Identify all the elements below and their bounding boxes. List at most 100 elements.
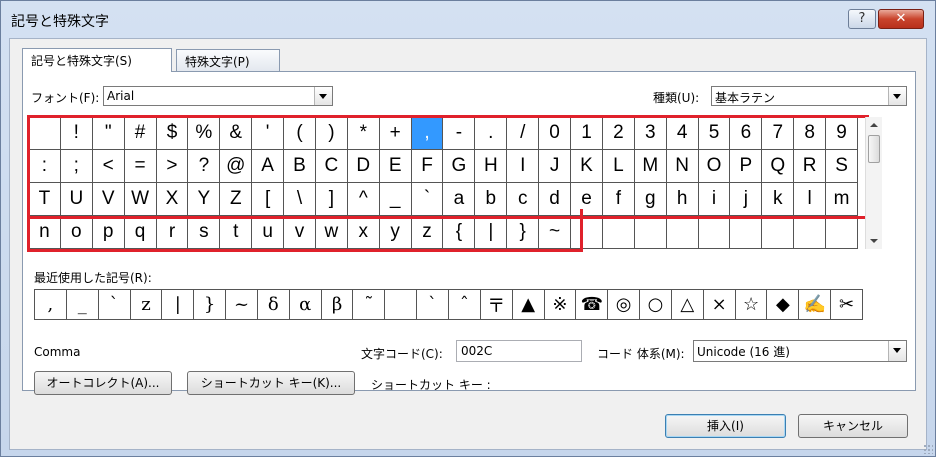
symbol-cell[interactable]: { (443, 216, 476, 249)
symbol-grid[interactable]: ! " # $% & '() * +, -./0 1 2 3 4 5 6 7 8 9:; < = >? @ A B C D E F G H… (29, 117, 858, 249)
symbol-cell[interactable]: ! (60, 117, 93, 150)
symbol-cell[interactable]: 8 (794, 117, 827, 150)
recent-symbol-cell[interactable]: α (289, 290, 322, 320)
symbol-cell[interactable]: " (92, 117, 125, 150)
symbol-cell[interactable] (730, 216, 763, 249)
symbol-cell[interactable]: 2 (602, 117, 635, 150)
scroll-up-icon[interactable] (870, 123, 878, 127)
symbol-cell[interactable]: ~ (539, 216, 572, 249)
recent-symbol-cell[interactable]: ☆ (735, 290, 768, 320)
recent-symbol-cell[interactable]: , (35, 290, 67, 320)
recent-symbol-cell[interactable]: ✂ (831, 290, 863, 320)
symbol-cell[interactable]: t (220, 216, 253, 249)
symbol-cell[interactable]: I (507, 150, 540, 183)
symbol-cell[interactable]: v (284, 216, 316, 249)
recent-symbol-cell[interactable]: ✍ (799, 290, 832, 320)
symbol-cell[interactable]: u (252, 216, 285, 249)
title-bar[interactable]: 記号と特殊文字 ? ✕ (1, 1, 935, 37)
symbol-cell[interactable]: 0 (539, 117, 572, 150)
symbol-cell[interactable]: l (794, 183, 827, 216)
symbol-cell[interactable]: $ (156, 117, 189, 150)
recent-symbol-cell[interactable]: ~ (226, 290, 258, 320)
symbol-cell[interactable]: Q (762, 150, 795, 183)
recent-symbol-cell[interactable]: ◎ (608, 290, 641, 320)
symbol-cell[interactable]: 1 (571, 117, 603, 150)
symbol-cell[interactable] (29, 117, 61, 150)
symbol-cell[interactable]: M (634, 150, 667, 183)
symbol-cell[interactable]: n (29, 216, 61, 249)
symbol-cell[interactable]: J (539, 150, 572, 183)
symbol-cell[interactable] (826, 216, 858, 249)
recent-symbol-cell[interactable]: } (194, 290, 227, 320)
symbol-cell[interactable]: O (698, 150, 731, 183)
symbol-cell[interactable]: 9 (826, 117, 858, 150)
symbol-cell[interactable]: N (666, 150, 699, 183)
symbol-cell[interactable] (698, 216, 731, 249)
tab-special-characters[interactable]: 特殊文字(P) (176, 49, 280, 71)
symbol-cell[interactable]: 4 (666, 117, 699, 150)
symbol-cell[interactable]: 6 (730, 117, 763, 150)
symbol-cell[interactable]: } (507, 216, 540, 249)
recent-symbol-cell[interactable]: | (162, 290, 195, 320)
symbol-cell[interactable] (571, 216, 603, 249)
recent-symbol-cell[interactable]: △ (671, 290, 704, 320)
char-code-input[interactable]: 002C (456, 340, 582, 362)
recent-symbol-cell[interactable]: ▲ (512, 290, 545, 320)
symbol-cell[interactable]: - (443, 117, 476, 150)
symbol-cell[interactable]: G (443, 150, 476, 183)
symbol-cell[interactable]: w (315, 216, 348, 249)
recent-symbol-cell[interactable]: ˋ (417, 290, 449, 320)
shortcut-key-button[interactable]: ショートカット キー(K)... (187, 371, 355, 395)
close-button[interactable]: ✕ (878, 9, 924, 29)
symbol-cell[interactable]: k (762, 183, 795, 216)
symbol-cell[interactable]: z (411, 216, 444, 249)
recent-symbol-cell[interactable]: ☎ (576, 290, 609, 320)
recent-symbol-cell[interactable]: × (703, 290, 736, 320)
symbol-cell[interactable]: * (347, 117, 380, 150)
symbol-cell[interactable] (666, 216, 699, 249)
code-system-select[interactable]: Unicode (16 進) (693, 340, 907, 362)
recent-symbol-cell[interactable]: ˆ (448, 290, 481, 320)
symbol-cell[interactable]: E (379, 150, 412, 183)
symbol-grid-scrollbar[interactable] (865, 117, 882, 249)
symbol-cell[interactable]: , (411, 117, 444, 150)
symbol-cell[interactable]: 5 (698, 117, 731, 150)
symbol-cell[interactable] (794, 216, 827, 249)
symbol-cell[interactable]: j (730, 183, 763, 216)
cancel-button[interactable]: キャンセル (798, 414, 908, 438)
symbol-cell[interactable]: C (315, 150, 348, 183)
recent-symbol-cell[interactable]: β (321, 290, 354, 320)
symbol-cell[interactable]: K (571, 150, 603, 183)
symbol-cell[interactable]: r (156, 216, 189, 249)
symbol-cell[interactable]: ) (315, 117, 348, 150)
symbol-cell[interactable]: y (379, 216, 412, 249)
recent-symbol-cell[interactable]: ○ (640, 290, 672, 320)
symbol-cell[interactable] (762, 216, 795, 249)
symbol-cell[interactable]: D (347, 150, 380, 183)
recent-symbol-cell[interactable]: z (130, 290, 163, 320)
chevron-down-icon[interactable] (314, 87, 332, 105)
symbol-cell[interactable]: + (379, 117, 412, 150)
scroll-down-icon[interactable] (870, 239, 878, 243)
symbol-cell[interactable]: F (411, 150, 444, 183)
symbol-cell[interactable]: A (252, 150, 285, 183)
autocorrect-button[interactable]: オートコレクト(A)... (34, 371, 172, 395)
insert-button[interactable]: 挿入(I) (665, 414, 786, 438)
recent-symbols-grid[interactable]: , _ ` z |} ~ δ α β ˜ ˋ ˆ 〒 ▲ ※ ☎ ◎ ○ △ × ☆ ◆ ✍ ✂ (34, 289, 863, 320)
symbol-cell[interactable]: # (124, 117, 157, 150)
font-select[interactable]: Arial (103, 86, 333, 106)
symbol-cell[interactable]: & (220, 117, 253, 150)
symbol-cell[interactable]: L (602, 150, 635, 183)
symbol-cell[interactable]: i (698, 183, 731, 216)
recent-symbol-cell[interactable]: ` (98, 290, 131, 320)
recent-symbol-cell[interactable] (385, 290, 418, 320)
symbol-cell[interactable]: < (92, 150, 125, 183)
symbol-cell[interactable]: g (634, 183, 667, 216)
symbol-cell[interactable]: h (666, 183, 699, 216)
symbol-cell[interactable]: @ (220, 150, 253, 183)
symbol-cell[interactable]: 3 (634, 117, 667, 150)
symbol-cell[interactable]: % (188, 117, 221, 150)
recent-symbol-cell[interactable]: ˜ (353, 290, 386, 320)
symbol-cell[interactable]: ( (284, 117, 316, 150)
symbol-cell[interactable]: / (507, 117, 540, 150)
